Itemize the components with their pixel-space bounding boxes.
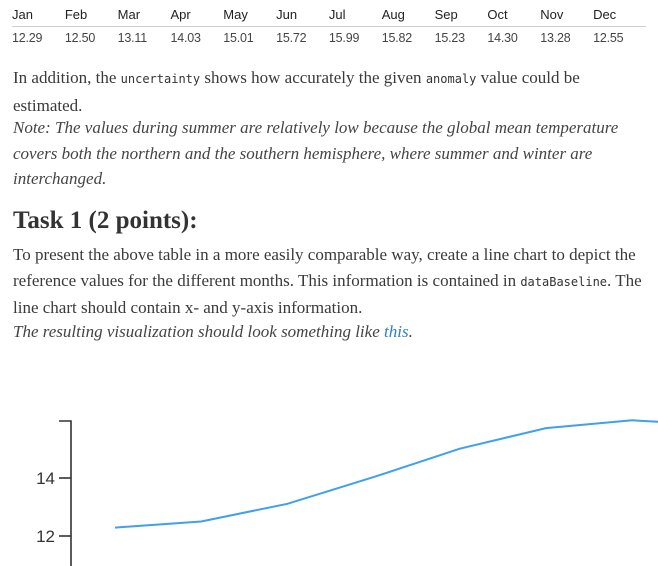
example-link[interactable]: this: [384, 322, 409, 341]
table-header-cell: Apr: [170, 4, 224, 27]
table-cell: 12.29: [12, 31, 43, 45]
hint-text: The resulting visualization should look …: [13, 322, 384, 341]
note-paragraph: Note: The values during summer are relat…: [13, 118, 619, 188]
task-description: To present the above table in a more eas…: [13, 242, 653, 321]
table-header-cell: Jan: [12, 4, 65, 27]
table-cell: 12.55: [593, 31, 624, 45]
table-cell: 15.99: [328, 31, 360, 45]
series-line-baseline: [114, 419, 658, 529]
table-header-cell: Dec: [593, 4, 646, 27]
baseline-table: Jan Feb Mar Apr May Jun Jul Aug Sep Oct …: [12, 4, 646, 45]
y-tick-label: 12: [36, 527, 55, 546]
table-header-cell: Jun: [276, 4, 329, 27]
table-header-cell: Oct: [487, 4, 541, 27]
y-tick-label: 14: [36, 469, 55, 488]
table-header-cell: Jul: [328, 4, 382, 27]
table-cell: 13.11: [117, 31, 148, 45]
table-cell: 13.28: [540, 31, 571, 45]
paragraph-text: shows how accurately the given: [200, 68, 426, 87]
table-cell: 15.72: [276, 31, 307, 45]
plot-area: [114, 419, 658, 529]
table-header-cell: Sep: [434, 4, 488, 27]
y-axis: 14 12: [36, 420, 72, 566]
code-databaseline: dataBaseline: [520, 274, 608, 289]
y-axis-line: [59, 420, 72, 566]
table-cell: 15.23: [434, 31, 465, 45]
task-heading: Task 1 (2 points):: [13, 207, 198, 234]
paragraph-text: In addition, the: [13, 68, 121, 87]
table-row: 12.29 12.50 13.11 14.03 15.01 15.72 15.9…: [12, 27, 646, 45]
table-cell: 15.01: [223, 31, 254, 45]
table-header-cell: Nov: [540, 4, 594, 27]
baseline-table-container: Jan Feb Mar Apr May Jun Jul Aug Sep Oct …: [12, 4, 658, 45]
table-header-cell: May: [223, 4, 277, 27]
table-cell: 12.50: [64, 31, 96, 45]
table-header-row: Jan Feb Mar Apr May Jun Jul Aug Sep Oct …: [12, 4, 646, 27]
line-chart: 14 12: [36, 419, 658, 566]
table-header-cell: Mar: [117, 4, 171, 27]
task-hint: The resulting visualization should look …: [13, 319, 653, 345]
table-header-cell: Aug: [381, 4, 435, 27]
table-cell: 15.82: [381, 31, 413, 45]
uncertainty-paragraph: In addition, the uncertainty shows how a…: [13, 65, 653, 118]
code-anomaly: anomaly: [425, 72, 477, 86]
table-cell: 14.30: [487, 31, 518, 45]
hint-text: .: [408, 322, 413, 341]
table-header-cell: Feb: [64, 4, 118, 27]
table-cell: 14.03: [170, 31, 201, 45]
code-uncertainty: uncertainty: [120, 72, 201, 86]
